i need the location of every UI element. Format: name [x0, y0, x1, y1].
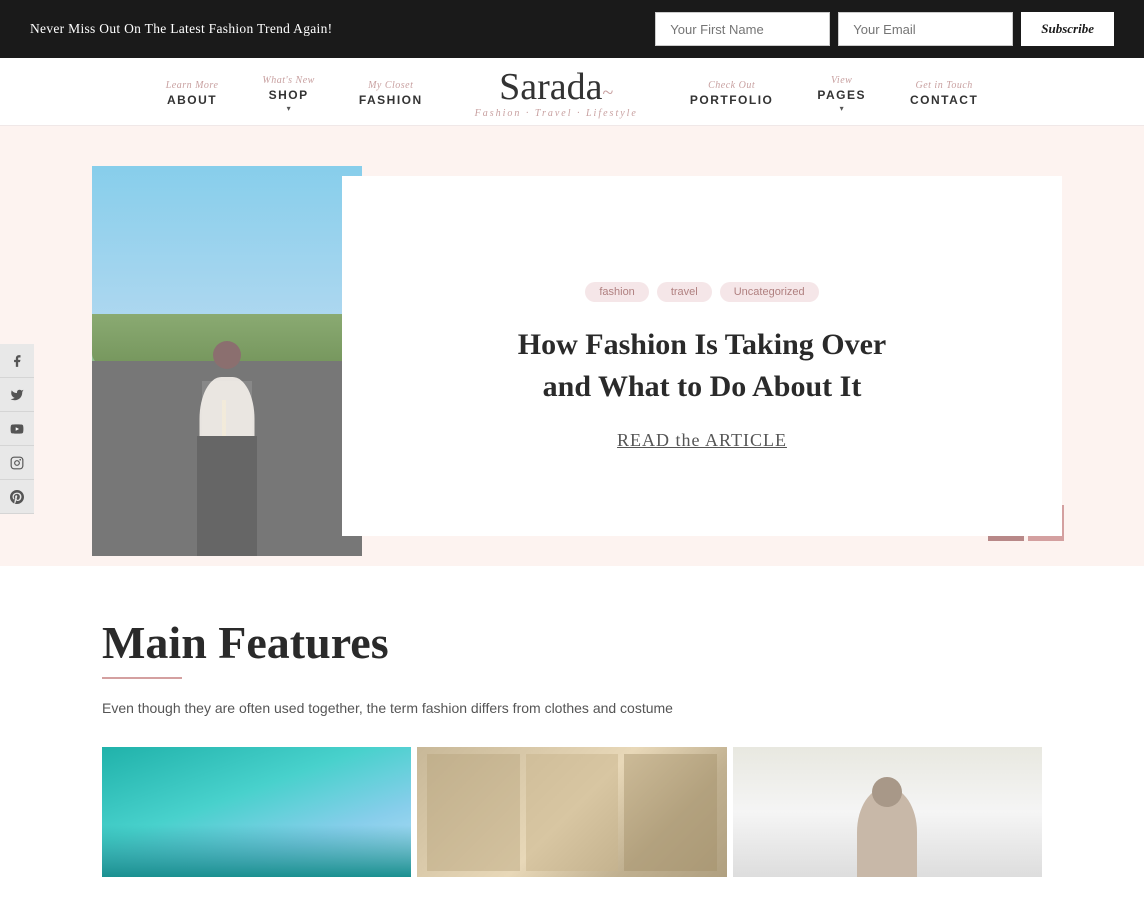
logo-title: Sarada~	[499, 68, 613, 106]
nav-pages-arrow: ▾	[840, 104, 844, 113]
features-underline	[102, 677, 182, 679]
instagram-icon[interactable]	[0, 446, 34, 480]
nav-shop[interactable]: What's New SHOP ▾	[240, 69, 336, 119]
hero-section: fashion travel Uncategorized How Fashion…	[0, 126, 1144, 566]
logo[interactable]: Sarada~ Fashion · Travel · Lifestyle	[445, 68, 668, 119]
nav-fashion-main: FASHION	[359, 93, 423, 107]
main-nav: Learn More ABOUT What's New SHOP ▾ My Cl…	[0, 58, 1144, 126]
first-name-input[interactable]	[655, 12, 830, 46]
nav-pages-main: PAGES	[817, 88, 866, 102]
pinterest-icon[interactable]	[0, 480, 34, 514]
nav-about-main: ABOUT	[167, 93, 217, 107]
features-description: Even though they are often used together…	[102, 697, 1042, 719]
twitter-icon[interactable]	[0, 378, 34, 412]
nav-fashion-sub: My Closet	[368, 80, 413, 91]
tag-uncategorized[interactable]: Uncategorized	[720, 282, 819, 302]
social-sidebar	[0, 344, 34, 514]
nav-fashion[interactable]: My Closet FASHION	[337, 74, 445, 113]
nav-contact-sub: Get in Touch	[915, 80, 972, 91]
hero-image	[92, 166, 362, 556]
hero-tags: fashion travel Uncategorized	[585, 282, 818, 302]
nav-contact-main: CONTACT	[910, 93, 978, 107]
hero-inner: fashion travel Uncategorized How Fashion…	[82, 146, 1062, 566]
features-inner: Main Features Even though they are often…	[82, 616, 1062, 877]
subscribe-button[interactable]: Subscribe	[1021, 12, 1114, 46]
logo-subtitle: Fashion · Travel · Lifestyle	[475, 108, 638, 119]
nav-portfolio[interactable]: Check Out PORTFOLIO	[668, 74, 796, 113]
facebook-icon[interactable]	[0, 344, 34, 378]
top-bar-message: Never Miss Out On The Latest Fashion Tre…	[30, 21, 332, 37]
nav-portfolio-main: PORTFOLIO	[690, 93, 774, 107]
hero-content: fashion travel Uncategorized How Fashion…	[342, 176, 1062, 536]
features-title: Main Features	[102, 616, 1042, 669]
nav-shop-main: SHOP	[269, 88, 309, 102]
nav-about[interactable]: Learn More ABOUT	[144, 74, 241, 113]
email-input[interactable]	[838, 12, 1013, 46]
nav-shop-sub: What's New	[262, 75, 314, 86]
youtube-icon[interactable]	[0, 412, 34, 446]
subscribe-form: Subscribe	[655, 12, 1114, 46]
hero-title: How Fashion Is Taking Over and What to D…	[512, 324, 892, 408]
nav-pages[interactable]: View PAGES ▾	[795, 69, 888, 119]
top-bar: Never Miss Out On The Latest Fashion Tre…	[0, 0, 1144, 58]
nav-portfolio-sub: Check Out	[708, 80, 755, 91]
tag-fashion[interactable]: fashion	[585, 282, 648, 302]
nav-shop-arrow: ▾	[287, 104, 291, 113]
nav-pages-sub: View	[831, 75, 852, 86]
features-section: Main Features Even though they are often…	[0, 566, 1144, 897]
nav-contact[interactable]: Get in Touch CONTACT	[888, 74, 1000, 113]
nav-about-sub: Learn More	[166, 80, 219, 91]
read-article-link[interactable]: READ the ARTICLE	[617, 430, 787, 451]
tag-travel[interactable]: travel	[657, 282, 712, 302]
